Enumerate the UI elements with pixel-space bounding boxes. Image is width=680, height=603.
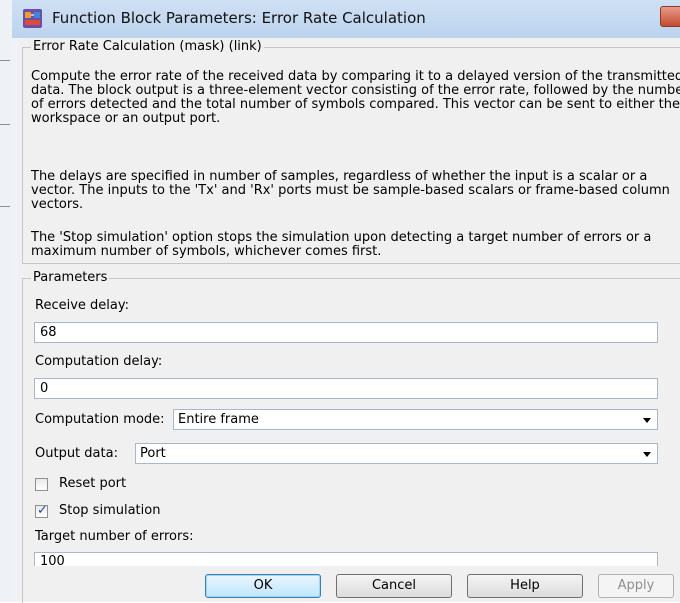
computation-mode-value: Entire frame	[178, 412, 259, 427]
computation-mode-select[interactable]: Entire frame	[173, 409, 658, 430]
dialog-window: Function Block Parameters: Error Rate Ca…	[12, 0, 680, 603]
description-paragraph-3: The 'Stop simulation' option stops the s…	[31, 230, 652, 259]
ok-button[interactable]: OK	[205, 574, 321, 598]
target-errors-field[interactable]: 100	[34, 552, 658, 566]
help-button[interactable]: Help	[467, 574, 583, 598]
checkmark-icon: ✓	[37, 503, 48, 518]
description-paragraph-2: The delays are specified in number of sa…	[31, 169, 670, 212]
stop-simulation-checkbox[interactable]: ✓	[35, 503, 48, 518]
window-title: Function Block Parameters: Error Rate Ca…	[52, 9, 426, 27]
simulink-block-icon	[23, 9, 42, 28]
title-bar[interactable]: Function Block Parameters: Error Rate Ca…	[12, 0, 680, 38]
description-paragraph-1: Compute the error rate of the received d…	[31, 69, 680, 126]
output-data-value: Port	[140, 446, 166, 461]
apply-button[interactable]: Apply	[598, 574, 674, 598]
cancel-button[interactable]: Cancel	[336, 574, 452, 598]
chevron-down-icon	[643, 418, 651, 423]
computation-mode-label: Computation mode:	[35, 412, 165, 427]
mask-description-group: Error Rate Calculation (mask) (link) Com…	[22, 39, 680, 264]
computation-delay-field[interactable]: 0	[34, 378, 658, 399]
mask-group-legend: Error Rate Calculation (mask) (link)	[31, 39, 264, 54]
output-data-label: Output data:	[35, 446, 118, 461]
dialog-client-area: Error Rate Calculation (mask) (link) Com…	[18, 38, 680, 603]
edge-tick	[0, 124, 10, 125]
parameters-group-legend: Parameters	[31, 270, 110, 285]
parameters-group: Parameters Receive delay: 68 Computation…	[22, 270, 680, 603]
receive-delay-field[interactable]: 68	[34, 322, 658, 343]
close-icon[interactable]	[660, 6, 680, 27]
receive-delay-label: Receive delay:	[35, 298, 129, 313]
edge-tick	[0, 206, 10, 207]
stop-simulation-label: Stop simulation	[59, 503, 161, 518]
reset-port-checkbox[interactable]	[35, 478, 48, 491]
target-errors-label: Target number of errors:	[35, 529, 194, 544]
reset-port-label: Reset port	[59, 476, 127, 491]
computation-delay-label: Computation delay:	[35, 354, 163, 369]
chevron-down-icon	[643, 452, 651, 457]
output-data-select[interactable]: Port	[135, 443, 658, 464]
edge-tick	[0, 60, 10, 61]
